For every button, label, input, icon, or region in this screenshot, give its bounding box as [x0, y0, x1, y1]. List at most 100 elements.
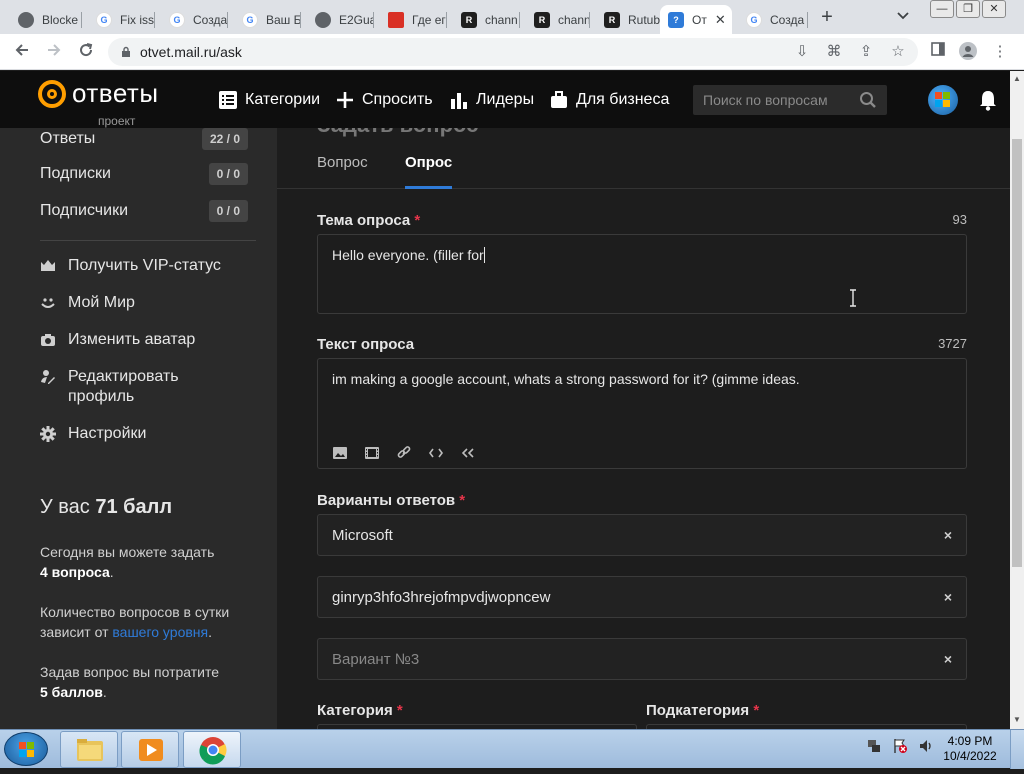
browser-tab[interactable]: G Созда	[155, 5, 228, 34]
search-input[interactable]: Поиск по вопросам	[693, 85, 887, 115]
minimize-button[interactable]: —	[930, 0, 954, 18]
taskbar-media-player[interactable]	[121, 731, 179, 768]
browser-tab[interactable]: G Ваш Б	[228, 5, 301, 34]
menu-item-settings[interactable]: Настройки	[40, 424, 146, 444]
nav-ask[interactable]: Спросить	[336, 91, 433, 109]
tab-search-chevron-icon[interactable]	[896, 8, 914, 26]
menu-item-myworld[interactable]: Мой Мир	[40, 293, 135, 313]
stat-label: Подписчики	[40, 202, 129, 219]
stat-answers[interactable]: Ответы 22 / 0	[40, 128, 248, 150]
chrome-icon	[199, 737, 227, 765]
quote-icon[interactable]	[460, 445, 476, 461]
remove-option-icon[interactable]: ×	[944, 527, 952, 543]
reload-icon[interactable]	[74, 40, 98, 64]
camera-icon	[41, 334, 55, 346]
bookmark-star-icon[interactable]: ☆	[888, 42, 908, 62]
text-caret	[483, 247, 485, 263]
nav-label: Категории	[245, 91, 321, 108]
maximize-button[interactable]: ❐	[956, 0, 980, 18]
browser-tab[interactable]: Blocke	[4, 5, 82, 34]
menu-item-avatar[interactable]: Изменить аватар	[40, 330, 195, 350]
search-icon[interactable]	[859, 91, 877, 109]
tab-question[interactable]: Вопрос	[317, 154, 368, 171]
link-icon[interactable]	[396, 445, 412, 461]
answer-option-2[interactable]: ginryp3hfo3hrejofmpvdjwopncew ×	[317, 576, 967, 618]
bar-chart-icon	[450, 91, 468, 109]
poll-text-field[interactable]: im making a google account, whats a stro…	[317, 358, 967, 469]
remove-option-icon[interactable]: ×	[944, 589, 952, 605]
forward-arrow-icon[interactable]	[42, 40, 66, 64]
poll-topic-field[interactable]: Hello everyone. (filler for	[317, 234, 967, 314]
system-tray	[866, 738, 944, 754]
nav-business[interactable]: Для бизнеса	[550, 91, 669, 109]
translate-icon[interactable]: ⌘	[824, 42, 844, 62]
tab-title: chann	[485, 12, 518, 27]
poll-text-label: Текст опроса	[317, 336, 415, 353]
menu-item-vip[interactable]: Получить VIP-статус	[40, 256, 221, 276]
system-clock[interactable]: 4:09 PM 10/4/2022	[935, 734, 1005, 764]
share-icon[interactable]: ⇪	[856, 42, 876, 62]
browser-tab[interactable]: E2Gua	[301, 5, 374, 34]
otvety-logo[interactable]: ответы проект	[38, 80, 159, 128]
browser-tab-active[interactable]: ? От ✕	[660, 5, 732, 34]
menu-label: Мой Мир	[68, 294, 135, 311]
network-icon[interactable]	[866, 738, 882, 754]
page-scrollbar[interactable]: ▲ ▼	[1010, 71, 1024, 729]
browser-tab[interactable]: G Fix iss	[82, 5, 155, 34]
nav-categories[interactable]: Категории	[219, 91, 320, 109]
browser-tab[interactable]: R chann	[447, 5, 520, 34]
menu-dots-icon[interactable]: ⋮	[990, 42, 1010, 62]
user-avatar[interactable]	[928, 85, 958, 115]
taskbar-explorer[interactable]	[60, 731, 118, 768]
form-tabs: Вопрос Опрос	[277, 128, 1010, 189]
browser-tab[interactable]: G Созда	[732, 5, 808, 34]
scrollbar-thumb[interactable]	[1012, 139, 1022, 567]
browser-tab[interactable]: R chann	[520, 5, 590, 34]
remove-option-icon[interactable]: ×	[944, 651, 952, 667]
nav-leaders[interactable]: Лидеры	[450, 91, 534, 109]
flag-warning-icon[interactable]	[892, 738, 908, 754]
browser-tab[interactable]: R Rutub	[590, 5, 660, 34]
install-icon[interactable]: ⇩	[792, 42, 812, 62]
clock-time: 4:09 PM	[947, 734, 993, 748]
poll-topic-counter: 93	[952, 212, 967, 227]
tab-poll[interactable]: Опрос	[405, 154, 452, 171]
image-icon[interactable]	[332, 445, 348, 461]
briefcase-icon	[550, 91, 568, 109]
tab-title: chann	[558, 12, 590, 27]
taskbar-chrome[interactable]	[183, 731, 241, 768]
subcategory-label: Подкатегория *	[646, 702, 760, 719]
scroll-up-icon[interactable]: ▲	[1013, 74, 1021, 83]
rutube-icon: R	[534, 11, 550, 28]
score-heading: У вас 71 балл	[40, 496, 173, 518]
volume-icon[interactable]	[918, 738, 934, 754]
close-window-button[interactable]: ✕	[982, 0, 1006, 18]
new-tab-button[interactable]: +	[814, 6, 840, 30]
stat-subscribers[interactable]: Подписчики 0 / 0	[40, 200, 248, 222]
stat-subscriptions[interactable]: Подписки 0 / 0	[40, 163, 248, 185]
gear-icon	[40, 426, 56, 442]
answer-option-1[interactable]: Microsoft ×	[317, 514, 967, 556]
menu-label: Изменить аватар	[68, 331, 196, 348]
menu-item-edit-profile[interactable]: Редактировать профиль	[40, 367, 179, 407]
code-icon[interactable]	[428, 445, 444, 461]
main-content: Задать вопрос Вопрос Опрос Тема опроса *…	[277, 128, 1010, 729]
browser-tab-strip: Blocke G Fix iss G Созда G Ваш Б E2Gua Г…	[0, 0, 1024, 34]
search-placeholder: Поиск по вопросам	[703, 92, 828, 108]
close-tab-icon[interactable]: ✕	[715, 12, 726, 28]
browser-tab[interactable]: Где ег	[374, 5, 447, 34]
side-panel-icon[interactable]	[928, 42, 948, 62]
stat-label: Ответы	[40, 130, 96, 147]
back-arrow-icon[interactable]	[10, 40, 34, 64]
bell-icon[interactable]	[978, 89, 998, 116]
level-link[interactable]: вашего уровня	[112, 624, 208, 640]
category-label: Категория *	[317, 702, 403, 719]
profile-icon[interactable]	[958, 42, 978, 62]
answer-option-3[interactable]: Вариант №3 ×	[317, 638, 967, 680]
show-desktop-button[interactable]	[1010, 730, 1024, 769]
edit-user-icon	[41, 370, 55, 384]
start-button[interactable]	[4, 732, 48, 766]
nav-label: Лидеры	[476, 91, 535, 108]
video-icon[interactable]	[364, 445, 380, 461]
scroll-down-icon[interactable]: ▼	[1013, 715, 1021, 724]
